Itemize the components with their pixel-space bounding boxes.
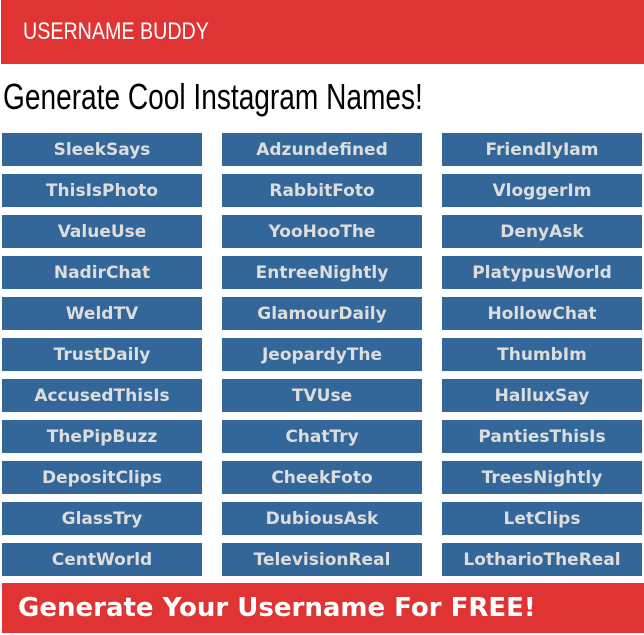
username-suggestion-button[interactable]: RabbitFoto xyxy=(222,174,422,207)
username-suggestion-button[interactable]: YooHooThe xyxy=(222,215,422,248)
username-suggestion-button[interactable]: LotharioTheReal xyxy=(442,543,642,576)
brand-logo[interactable]: USERNAME BUDDY xyxy=(23,18,209,46)
username-suggestion-button[interactable]: TelevisionReal xyxy=(222,543,422,576)
username-suggestion-button[interactable]: TreesNightly xyxy=(442,461,642,494)
username-suggestion-button[interactable]: HalluxSay xyxy=(442,379,642,412)
username-suggestion-button[interactable]: AccusedThisIs xyxy=(2,379,202,412)
username-suggestion-button[interactable]: CentWorld xyxy=(2,543,202,576)
username-suggestion-button[interactable]: WeldTV xyxy=(2,297,202,330)
username-suggestion-button[interactable]: SleekSays xyxy=(2,133,202,166)
username-suggestion-button[interactable]: Adzundefined xyxy=(222,133,422,166)
username-suggestion-button[interactable]: ThumbIm xyxy=(442,338,642,371)
username-suggestion-button[interactable]: DepositClips xyxy=(2,461,202,494)
username-suggestion-button[interactable]: PlatypusWorld xyxy=(442,256,642,289)
username-suggestion-button[interactable]: PantiesThisIs xyxy=(442,420,642,453)
username-suggestion-button[interactable]: JeopardyThe xyxy=(222,338,422,371)
username-suggestion-button[interactable]: GlassTry xyxy=(2,502,202,535)
username-suggestion-button[interactable]: ThisIsPhoto xyxy=(2,174,202,207)
username-suggestion-button[interactable]: HollowChat xyxy=(442,297,642,330)
page-title: Generate Cool Instagram Names! xyxy=(3,76,423,117)
username-suggestion-button[interactable]: DenyAsk xyxy=(442,215,642,248)
generate-username-button[interactable]: Generate Your Username For FREE! xyxy=(2,583,644,633)
username-suggestion-button[interactable]: ValueUse xyxy=(2,215,202,248)
username-suggestion-button[interactable]: ThePipBuzz xyxy=(2,420,202,453)
username-suggestion-button[interactable]: FriendlyIam xyxy=(442,133,642,166)
site-header: USERNAME BUDDY xyxy=(1,0,644,64)
username-suggestion-button[interactable]: ChatTry xyxy=(222,420,422,453)
username-grid: SleekSays Adzundefined FriendlyIam ThisIsPh… xyxy=(2,133,642,576)
username-suggestion-button[interactable]: VloggerIm xyxy=(442,174,642,207)
username-suggestion-button[interactable]: DubiousAsk xyxy=(222,502,422,535)
username-suggestion-button[interactable]: EntreeNightly xyxy=(222,256,422,289)
username-suggestion-button[interactable]: CheekFoto xyxy=(222,461,422,494)
username-suggestion-button[interactable]: GlamourDaily xyxy=(222,297,422,330)
username-suggestion-button[interactable]: TVUse xyxy=(222,379,422,412)
username-suggestion-button[interactable]: NadirChat xyxy=(2,256,202,289)
username-suggestion-button[interactable]: TrustDaily xyxy=(2,338,202,371)
username-suggestion-button[interactable]: LetClips xyxy=(442,502,642,535)
